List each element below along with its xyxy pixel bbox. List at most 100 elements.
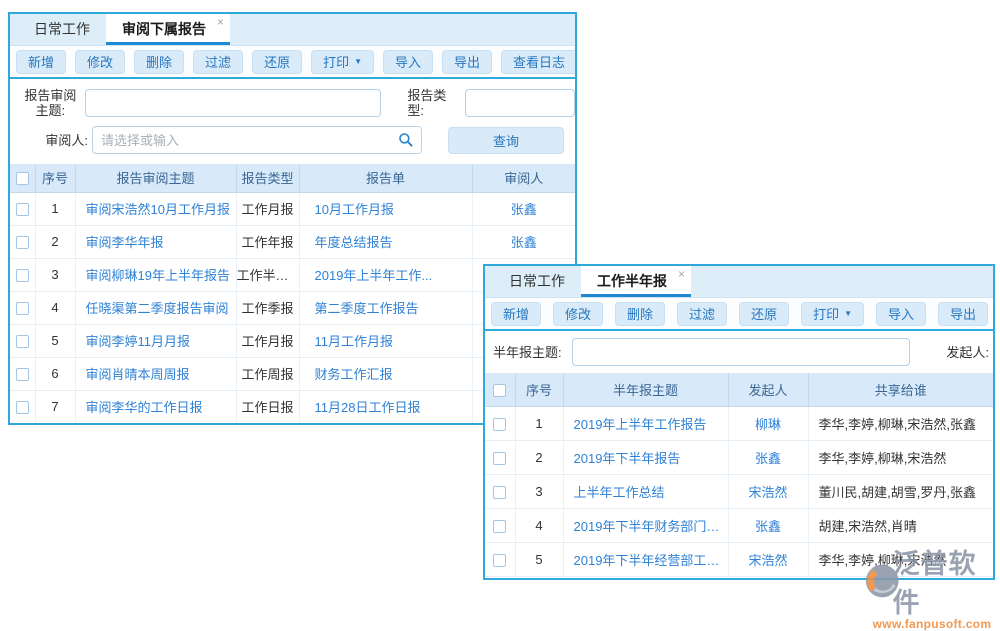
cell-type: 工作月报 bbox=[236, 192, 299, 225]
view-log-button[interactable]: 查看日志 bbox=[501, 50, 577, 74]
cell-subject-link[interactable]: 2019年上半年工作报告 bbox=[563, 406, 728, 440]
tab-daily-work[interactable]: 日常工作 bbox=[18, 14, 106, 45]
cell-report-link[interactable]: 11月28日工作日报 bbox=[299, 390, 472, 423]
initiator-label: 发起人: bbox=[946, 345, 989, 360]
cell-no: 1 bbox=[515, 406, 563, 440]
search-area: 报告审阅主题: 报告类型: 审阅人: 查询 bbox=[10, 79, 575, 164]
tab-review-subordinate-reports[interactable]: 审阅下属报告 × bbox=[106, 14, 230, 45]
row-checkbox[interactable] bbox=[16, 236, 29, 249]
tabbar: 日常工作 工作半年报 × bbox=[485, 266, 993, 298]
cell-type: 工作月报 bbox=[236, 324, 299, 357]
filter-button[interactable]: 过滤 bbox=[193, 50, 243, 74]
delete-button[interactable]: 删除 bbox=[615, 302, 665, 326]
cell-report-link[interactable]: 年度总结报告 bbox=[299, 225, 472, 258]
report-subject-input[interactable] bbox=[85, 89, 382, 117]
cell-report-link[interactable]: 财务工作汇报 bbox=[299, 357, 472, 390]
cell-initiator-link[interactable]: 柳琳 bbox=[728, 406, 808, 440]
cell-report-link[interactable]: 第二季度工作报告 bbox=[299, 291, 472, 324]
print-button[interactable]: 打印 ▼ bbox=[311, 50, 374, 74]
cell-initiator-link[interactable]: 张鑫 bbox=[728, 440, 808, 474]
cell-no: 2 bbox=[35, 225, 75, 258]
col-header-subject: 报告审阅主题 bbox=[75, 164, 236, 192]
cell-type: 工作年报 bbox=[236, 225, 299, 258]
cell-subject-link[interactable]: 2019年下半年报告 bbox=[563, 440, 728, 474]
select-all-checkbox[interactable] bbox=[16, 172, 29, 185]
row-checkbox[interactable] bbox=[16, 302, 29, 315]
cell-reviewer-link[interactable]: 张鑫 bbox=[472, 225, 575, 258]
export-button[interactable]: 导出 bbox=[442, 50, 492, 74]
row-checkbox[interactable] bbox=[493, 520, 506, 533]
table-row: 4 2019年下半年财务部门工... 张鑫 胡建,宋浩然,肖晴 bbox=[485, 508, 993, 542]
cell-subject-link[interactable]: 2019年下半年经营部工作... bbox=[563, 542, 728, 576]
cell-initiator-link[interactable]: 宋浩然 bbox=[728, 474, 808, 508]
close-icon[interactable]: × bbox=[678, 267, 685, 281]
query-button[interactable]: 查询 bbox=[448, 127, 564, 154]
col-header-shared: 共享给谁 bbox=[808, 373, 993, 406]
reviewer-label: 审阅人: bbox=[20, 133, 88, 148]
cell-subject-link[interactable]: 上半年工作总结 bbox=[563, 474, 728, 508]
search-area: 半年报主题: 发起人: bbox=[485, 331, 993, 373]
cell-type: 工作季报 bbox=[236, 291, 299, 324]
restore-button[interactable]: 还原 bbox=[252, 50, 302, 74]
close-icon[interactable]: × bbox=[217, 15, 224, 29]
print-button[interactable]: 打印 ▼ bbox=[801, 302, 864, 326]
add-button[interactable]: 新增 bbox=[491, 302, 541, 326]
cell-shared-with: 李华,李婷,柳琳,宋浩然,张鑫 bbox=[808, 406, 993, 440]
tab-daily-work[interactable]: 日常工作 bbox=[493, 266, 581, 297]
cell-subject-link[interactable]: 审阅李华年报 bbox=[75, 225, 236, 258]
cell-subject-link[interactable]: 审阅柳琳19年上半年报告 bbox=[75, 258, 236, 291]
cell-initiator-link[interactable]: 宋浩然 bbox=[728, 542, 808, 576]
cell-report-link[interactable]: 10月工作月报 bbox=[299, 192, 472, 225]
cell-report-link[interactable]: 2019年上半年工作... bbox=[299, 258, 472, 291]
cell-initiator-link[interactable]: 张鑫 bbox=[728, 508, 808, 542]
row-checkbox[interactable] bbox=[16, 335, 29, 348]
print-label: 打印 bbox=[813, 304, 839, 323]
cell-subject-link[interactable]: 审阅李华的工作日报 bbox=[75, 390, 236, 423]
cell-subject-link[interactable]: 2019年下半年财务部门工... bbox=[563, 508, 728, 542]
cell-no: 1 bbox=[35, 192, 75, 225]
row-checkbox[interactable] bbox=[16, 269, 29, 282]
select-all-checkbox[interactable] bbox=[493, 384, 506, 397]
row-checkbox[interactable] bbox=[493, 418, 506, 431]
restore-button[interactable]: 还原 bbox=[739, 302, 789, 326]
tab-semiannual-report[interactable]: 工作半年报 × bbox=[581, 266, 691, 297]
cell-subject-link[interactable]: 任晓渠第二季度报告审阅 bbox=[75, 291, 236, 324]
cell-report-link[interactable]: 11月工作月报 bbox=[299, 324, 472, 357]
cell-no: 4 bbox=[35, 291, 75, 324]
cell-no: 3 bbox=[35, 258, 75, 291]
cell-reviewer-link[interactable]: 张鑫 bbox=[472, 192, 575, 225]
table-row: 5 2019年下半年经营部工作... 宋浩然 李华,李婷,柳琳,宋浩然 bbox=[485, 542, 993, 576]
cell-shared-with: 胡建,宋浩然,肖晴 bbox=[808, 508, 993, 542]
row-checkbox[interactable] bbox=[493, 554, 506, 567]
col-header-reviewer: 审阅人 bbox=[472, 164, 575, 192]
cell-subject-link[interactable]: 审阅李婷11月月报 bbox=[75, 324, 236, 357]
add-button[interactable]: 新增 bbox=[16, 50, 66, 74]
table-header-row: 序号 半年报主题 发起人 共享给谁 bbox=[485, 373, 993, 406]
row-checkbox[interactable] bbox=[16, 203, 29, 216]
col-header-subject: 半年报主题 bbox=[563, 373, 728, 406]
report-type-input[interactable] bbox=[465, 89, 575, 117]
row-checkbox[interactable] bbox=[493, 486, 506, 499]
cell-shared-with: 董川民,胡建,胡雪,罗丹,张鑫 bbox=[808, 474, 993, 508]
row-checkbox[interactable] bbox=[16, 368, 29, 381]
search-icon[interactable] bbox=[398, 132, 414, 148]
row-checkbox[interactable] bbox=[16, 401, 29, 414]
brand-url: www.fanpusoft.com bbox=[864, 617, 1000, 631]
edit-button[interactable]: 修改 bbox=[553, 302, 603, 326]
row-checkbox[interactable] bbox=[493, 452, 506, 465]
table-row: 2 审阅李华年报 工作年报 年度总结报告 张鑫 bbox=[10, 225, 575, 258]
cell-subject-link[interactable]: 审阅肖晴本周周报 bbox=[75, 357, 236, 390]
import-button[interactable]: 导入 bbox=[876, 302, 926, 326]
delete-button[interactable]: 删除 bbox=[134, 50, 184, 74]
semiannual-subject-input[interactable] bbox=[572, 338, 910, 366]
filter-button[interactable]: 过滤 bbox=[677, 302, 727, 326]
cell-subject-link[interactable]: 审阅宋浩然10月工作月报 bbox=[75, 192, 236, 225]
table-row: 1 审阅宋浩然10月工作月报 工作月报 10月工作月报 张鑫 bbox=[10, 192, 575, 225]
edit-button[interactable]: 修改 bbox=[75, 50, 125, 74]
export-button[interactable]: 导出 bbox=[938, 302, 988, 326]
cell-no: 3 bbox=[515, 474, 563, 508]
cell-no: 2 bbox=[515, 440, 563, 474]
cell-no: 4 bbox=[515, 508, 563, 542]
reviewer-input[interactable] bbox=[92, 126, 422, 154]
import-button[interactable]: 导入 bbox=[383, 50, 433, 74]
